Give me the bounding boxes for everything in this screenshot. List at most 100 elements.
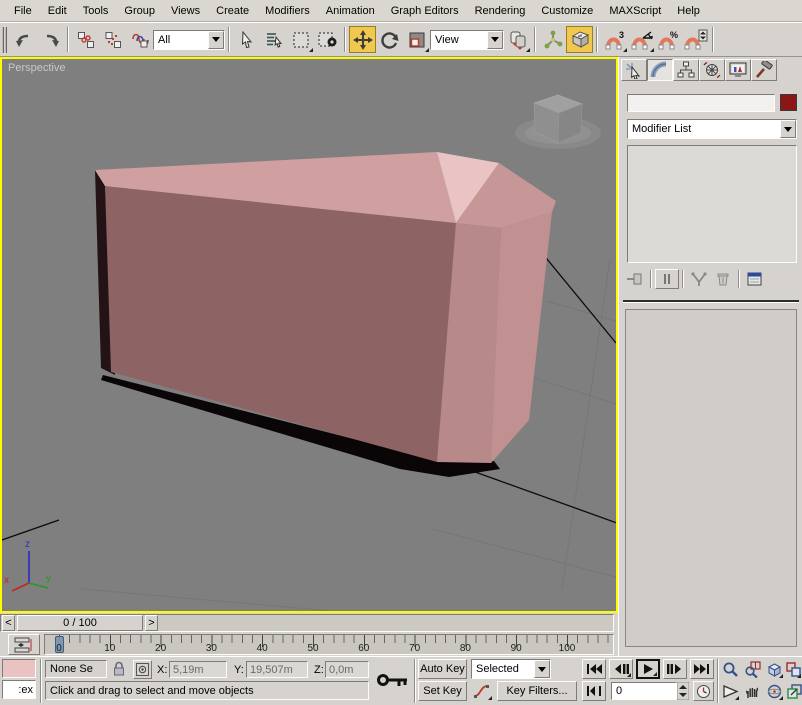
maxscript-mini-listener[interactable]: :ex xyxy=(2,680,36,699)
select-and-rotate-button[interactable] xyxy=(376,26,403,53)
snaps-toggle-3d-button[interactable]: 3 xyxy=(601,26,628,53)
selection-status-field[interactable]: None Se xyxy=(45,660,107,678)
use-pivot-point-center-button[interactable] xyxy=(504,26,531,53)
status-bar: :ex None Se X: 5,19m Y: 19,507m Z: 0,0m … xyxy=(0,656,802,705)
menu-edit[interactable]: Edit xyxy=(40,2,75,20)
frame-spinner[interactable] xyxy=(677,682,689,700)
next-frame-button[interactable] xyxy=(663,659,687,679)
open-mini-curve-editor-button[interactable] xyxy=(8,634,40,655)
time-configuration-button[interactable] xyxy=(693,681,714,701)
menu-group[interactable]: Group xyxy=(116,2,163,20)
selection-lock-icon[interactable] xyxy=(112,661,126,677)
absolute-offset-mode-toggle[interactable] xyxy=(133,660,152,679)
pan-view-button[interactable] xyxy=(742,681,762,701)
time-slider-prev-button[interactable]: < xyxy=(2,615,15,631)
min-max-toggle-button[interactable] xyxy=(786,681,802,701)
z-coordinate-label: Z: xyxy=(314,664,324,676)
min-max-toggle-icon xyxy=(787,684,802,699)
menu-create[interactable]: Create xyxy=(208,2,257,20)
make-unique-icon xyxy=(690,271,708,287)
tab-create[interactable] xyxy=(621,59,647,81)
key-mode-toggle-button[interactable] xyxy=(582,681,606,701)
macro-recorder-pane[interactable] xyxy=(2,659,36,678)
tab-utilities[interactable] xyxy=(751,59,777,81)
select-and-scale-button[interactable] xyxy=(403,26,430,53)
dropdown-arrow-icon[interactable] xyxy=(534,660,550,678)
track-bar-ruler[interactable]: 0102030405060708090100 xyxy=(44,634,614,655)
angle-snap-toggle-button[interactable] xyxy=(628,26,655,53)
object-color-swatch[interactable] xyxy=(780,94,797,111)
menu-customize[interactable]: Customize xyxy=(533,2,601,20)
show-end-result-button[interactable] xyxy=(655,269,679,289)
selection-filter-dropdown[interactable]: All xyxy=(153,30,225,50)
key-mode-dropdown[interactable]: Selected xyxy=(471,659,551,679)
go-to-end-button[interactable] xyxy=(690,659,714,679)
dropdown-arrow-icon[interactable] xyxy=(780,120,796,138)
zoom-all-button[interactable] xyxy=(742,659,762,679)
modifier-list-dropdown[interactable]: Modifier List xyxy=(627,119,797,139)
make-unique-button[interactable] xyxy=(687,269,711,289)
window-crossing-toggle-button[interactable] xyxy=(314,26,341,53)
object-name-field[interactable] xyxy=(627,94,775,112)
select-and-link-button[interactable] xyxy=(72,26,99,53)
menu-tools[interactable]: Tools xyxy=(75,2,117,20)
x-coordinate-field[interactable]: 5,19m xyxy=(169,661,227,678)
arc-rotate-button[interactable] xyxy=(764,681,784,701)
current-frame-field[interactable]: 0 xyxy=(611,682,677,700)
unlink-selection-button[interactable] xyxy=(99,26,126,53)
dropdown-arrow-icon[interactable] xyxy=(487,31,503,49)
tab-modify[interactable] xyxy=(647,59,673,81)
previous-frame-button[interactable] xyxy=(609,659,633,679)
select-by-name-button[interactable] xyxy=(260,26,287,53)
play-animation-button[interactable] xyxy=(636,659,660,679)
menu-file[interactable]: File xyxy=(6,2,40,20)
menu-modifiers[interactable]: Modifiers xyxy=(257,2,318,20)
pin-stack-button[interactable] xyxy=(623,269,647,289)
rectangular-selection-region-button[interactable] xyxy=(287,26,314,53)
zoom-extents-button[interactable] xyxy=(764,659,784,679)
set-key-button[interactable]: Set Key xyxy=(418,681,467,701)
default-tangents-button[interactable] xyxy=(471,681,493,701)
remove-modifier-button[interactable] xyxy=(711,269,735,289)
menu-views[interactable]: Views xyxy=(163,2,208,20)
menu-animation[interactable]: Animation xyxy=(318,2,383,20)
menu-graph-editors[interactable]: Graph Editors xyxy=(383,2,467,20)
time-slider-handle[interactable]: 0 / 100 xyxy=(17,615,143,631)
menu-rendering[interactable]: Rendering xyxy=(467,2,534,20)
menu-maxscript[interactable]: MAXScript xyxy=(601,2,669,20)
percent-snap-toggle-button[interactable]: % xyxy=(655,26,682,53)
configure-modifier-sets-button[interactable] xyxy=(743,269,767,289)
zoom-button[interactable] xyxy=(720,659,740,679)
modifier-stack-list[interactable] xyxy=(627,145,797,263)
select-object-button[interactable] xyxy=(233,26,260,53)
go-to-start-button[interactable] xyxy=(582,659,606,679)
main-toolbar: All View 3 % xyxy=(0,22,802,57)
key-filters-button[interactable]: Key Filters... xyxy=(497,681,577,701)
select-and-move-button[interactable] xyxy=(349,26,376,53)
tab-hierarchy[interactable] xyxy=(673,59,699,81)
perspective-viewport[interactable]: Perspective xyxy=(0,57,618,613)
tab-display[interactable] xyxy=(725,59,751,81)
field-of-view-button[interactable] xyxy=(720,681,740,701)
viewport-label[interactable]: Perspective xyxy=(8,62,65,74)
tab-motion[interactable] xyxy=(699,59,725,81)
z-coordinate-field[interactable]: 0,0m xyxy=(325,661,369,678)
reference-coordinate-dropdown[interactable]: View xyxy=(430,30,504,50)
undo-button[interactable] xyxy=(10,26,37,53)
viewcube-gizmo[interactable] xyxy=(515,95,601,149)
y-coordinate-field[interactable]: 19,507m xyxy=(246,661,308,678)
set-keys-button[interactable] xyxy=(373,659,413,701)
time-slider-next-button[interactable]: > xyxy=(145,615,158,631)
bind-to-space-warp-button[interactable] xyxy=(126,26,153,53)
select-and-manipulate-button[interactable] xyxy=(539,26,566,53)
auto-key-button[interactable]: Auto Key xyxy=(418,659,467,679)
spinner-snap-toggle-button[interactable] xyxy=(682,26,709,53)
menu-help[interactable]: Help xyxy=(669,2,708,20)
chamfer-box-object[interactable] xyxy=(95,152,556,477)
redo-button[interactable] xyxy=(37,26,64,53)
toolbar-drag-handle[interactable] xyxy=(2,27,7,53)
dropdown-arrow-icon[interactable] xyxy=(208,31,224,49)
track-bar: 0102030405060708090100 xyxy=(0,633,618,656)
keyboard-shortcut-override-button[interactable] xyxy=(566,26,593,53)
zoom-extents-all-button[interactable] xyxy=(786,659,802,679)
